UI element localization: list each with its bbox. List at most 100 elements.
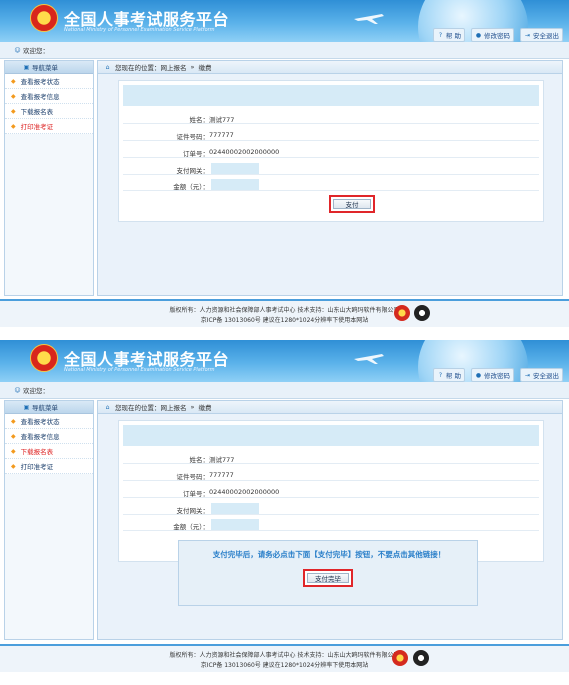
- sidebar-heading: ▣ 导航菜单: [5, 61, 93, 74]
- screenshot-panel-1: 全国人事考试服务平台 National Ministry of Personne…: [0, 0, 569, 332]
- payment-warning-message: 支付完毕后，请务必点击下面【支付完毕】按钮，不要点击其他链接！: [212, 550, 446, 559]
- logout-link[interactable]: ⇥ 安全退出: [520, 28, 563, 42]
- breadcrumb-separator: »: [190, 403, 195, 411]
- home-icon: ⌂: [105, 63, 110, 71]
- sidebar-item-download[interactable]: ◆ 下载报名表: [5, 104, 93, 119]
- sidebar-item-print[interactable]: ◆ 打印准考证: [5, 119, 93, 134]
- bullet-icon: ◆: [11, 417, 16, 425]
- footer-icp: 京ICP备 13013060号 建议在1280*1024分辨率下使用本网站: [200, 317, 369, 324]
- bullet-icon: ◆: [11, 92, 16, 100]
- breadcrumb-path: 您现在的位置：网上报名: [115, 404, 187, 412]
- sidebar-heading: ▣ 导航菜单: [5, 401, 93, 414]
- sidebar-item-label: 查看报考状态: [20, 418, 60, 426]
- airplane-graphic: [354, 14, 384, 24]
- id-label: 证件号码：: [176, 133, 210, 141]
- menu-icon: ▣: [23, 403, 30, 411]
- amount-field: [211, 519, 259, 530]
- order-value: 0244000200200000​0: [209, 488, 280, 496]
- footer-copyright: 版权所有：人力资源和社会保障部人事考试中心 技术支持：山东山大鸥玛软件有限公司: [169, 652, 400, 659]
- gateway-row: 支付网关：: [123, 162, 539, 175]
- payment-form: 姓名： 测试777 证件号码： 777777 订单号： 024400020020000…: [118, 80, 544, 222]
- name-label: 姓名：: [189, 456, 210, 464]
- airplane-graphic: [354, 354, 384, 364]
- sidebar-item-status[interactable]: ◆ 查看报考状态: [5, 414, 93, 429]
- id-label: 证件号码：: [176, 473, 210, 481]
- pay-button[interactable]: 支付: [329, 195, 375, 213]
- pay-button-label: 支付: [333, 199, 371, 209]
- change-password-label: 修改密码: [484, 32, 510, 40]
- footer-icp: 京ICP备 13013060号 建议在1280*1024分辨率下使用本网站: [200, 662, 369, 669]
- bullet-icon: ◆: [11, 447, 16, 455]
- bullet-icon: ◆: [11, 432, 16, 440]
- sidebar-item-info[interactable]: ◆ 查看报考信息: [5, 429, 93, 444]
- help-icon: ?: [438, 371, 443, 379]
- help-icon: ?: [438, 31, 443, 39]
- user-icon: ☺: [14, 386, 21, 394]
- sidebar-item-info[interactable]: ◆ 查看报考信息: [5, 89, 93, 104]
- menu-icon: ▣: [23, 63, 30, 71]
- amount-label: 金额（元）：: [173, 183, 209, 191]
- breadcrumb-path: 您现在的位置：网上报名: [115, 64, 187, 72]
- payment-complete-dialog: 支付完毕后，请务必点击下面【支付完毕】按钮，不要点击其他链接！ 支付完毕: [178, 540, 478, 606]
- breadcrumb-current: 缴费: [198, 404, 212, 412]
- logout-label: 安全退出: [533, 32, 559, 40]
- bullet-icon: ◆: [11, 122, 16, 130]
- sidebar-item-status[interactable]: ◆ 查看报考状态: [5, 74, 93, 89]
- main-area: ⌂ 您现在的位置：网上报名 » 缴费 姓名： 测试777 证件号码： 777777 …: [97, 60, 563, 296]
- police-badge-icon[interactable]: [414, 305, 430, 321]
- order-row: 订单号： 0244000200200000​0: [123, 145, 539, 158]
- change-password-link[interactable]: ● 修改密码: [471, 28, 514, 42]
- help-link[interactable]: ? 帮 助: [432, 368, 465, 382]
- bullet-icon: ◆: [11, 77, 16, 85]
- amount-row: 金额（元）：: [123, 518, 539, 531]
- password-icon: ●: [475, 371, 482, 379]
- breadcrumb-separator: »: [190, 63, 195, 71]
- gateway-label: 支付网关：: [176, 507, 210, 515]
- order-row: 订单号： 0244000200200000​0: [123, 485, 539, 498]
- footer: 版权所有：人力资源和社会保障部人事考试中心 技术支持：山东山大鸥玛软件有限公司 …: [0, 301, 569, 327]
- sidebar-item-download[interactable]: ◆ 下载报名表: [5, 444, 93, 459]
- emblem-logo: [30, 344, 58, 372]
- gateway-field[interactable]: [211, 163, 259, 174]
- order-label: 订单号：: [183, 150, 209, 158]
- site-subtitle: National Ministry of Personnel Examinati…: [64, 27, 215, 33]
- top-links: ? 帮 助 ● 修改密码 ⇥ 安全退出: [432, 28, 563, 42]
- welcome-label: 欢迎您：: [23, 47, 49, 55]
- logout-icon: ⇥: [524, 371, 531, 379]
- sidebar-heading-label: 导航菜单: [32, 64, 58, 72]
- sidebar-item-label: 下载报名表: [20, 108, 54, 116]
- sidebar: ▣ 导航菜单 ◆ 查看报考状态 ◆ 查看报考信息 ◆ 下载报名表 ◆ 打印准考证: [4, 60, 94, 296]
- name-label: 姓名：: [189, 116, 210, 124]
- user-icon: ☺: [14, 46, 21, 54]
- sidebar-item-label: 查看报考状态: [20, 78, 60, 86]
- help-label: 帮 助: [445, 32, 461, 40]
- change-password-link[interactable]: ● 修改密码: [471, 368, 514, 382]
- breadcrumb-current: 缴费: [198, 64, 212, 72]
- breadcrumb: ⌂ 您现在的位置：网上报名 » 缴费: [98, 61, 562, 74]
- sidebar-item-label: 打印准考证: [20, 123, 54, 131]
- name-row: 姓名： 测试777: [123, 451, 539, 464]
- gateway-field[interactable]: [211, 503, 259, 514]
- panel-separator: [0, 332, 569, 340]
- main-area: ⌂ 您现在的位置：网上报名 » 缴费 姓名： 测试777 证件号码： 777777 …: [97, 400, 563, 640]
- order-label: 订单号：: [183, 490, 209, 498]
- police-badge-icon[interactable]: [413, 650, 429, 666]
- site-subtitle: National Ministry of Personnel Examinati…: [64, 367, 215, 373]
- sidebar-item-label: 下载报名表: [20, 448, 54, 456]
- logout-label: 安全退出: [533, 372, 559, 380]
- order-value: 0244000200200000​0: [209, 148, 280, 156]
- bullet-icon: ◆: [11, 107, 16, 115]
- emblem-logo: [30, 4, 58, 32]
- national-emblem-icon: [394, 305, 410, 321]
- amount-label: 金额（元）：: [173, 523, 209, 531]
- home-icon: ⌂: [105, 403, 110, 411]
- help-link[interactable]: ? 帮 助: [432, 28, 465, 42]
- sidebar: ▣ 导航菜单 ◆ 查看报考状态 ◆ 查看报考信息 ◆ 下载报名表 ◆ 打印准考证: [4, 400, 94, 640]
- logout-link[interactable]: ⇥ 安全退出: [520, 368, 563, 382]
- welcome-bar: ☺ 欢迎您： ? 帮 助 ● 修改密码 ⇥ 安全退出: [0, 28, 569, 59]
- footer: 版权所有：人力资源和社会保障部人事考试中心 技术支持：山东山大鸥玛软件有限公司 …: [0, 646, 569, 672]
- sidebar-heading-label: 导航菜单: [32, 404, 58, 412]
- payment-done-button[interactable]: 支付完毕: [303, 569, 353, 587]
- sidebar-item-print[interactable]: ◆ 打印准考证: [5, 459, 93, 474]
- screenshot-panel-2: 全国人事考试服务平台 National Ministry of Personne…: [0, 340, 569, 685]
